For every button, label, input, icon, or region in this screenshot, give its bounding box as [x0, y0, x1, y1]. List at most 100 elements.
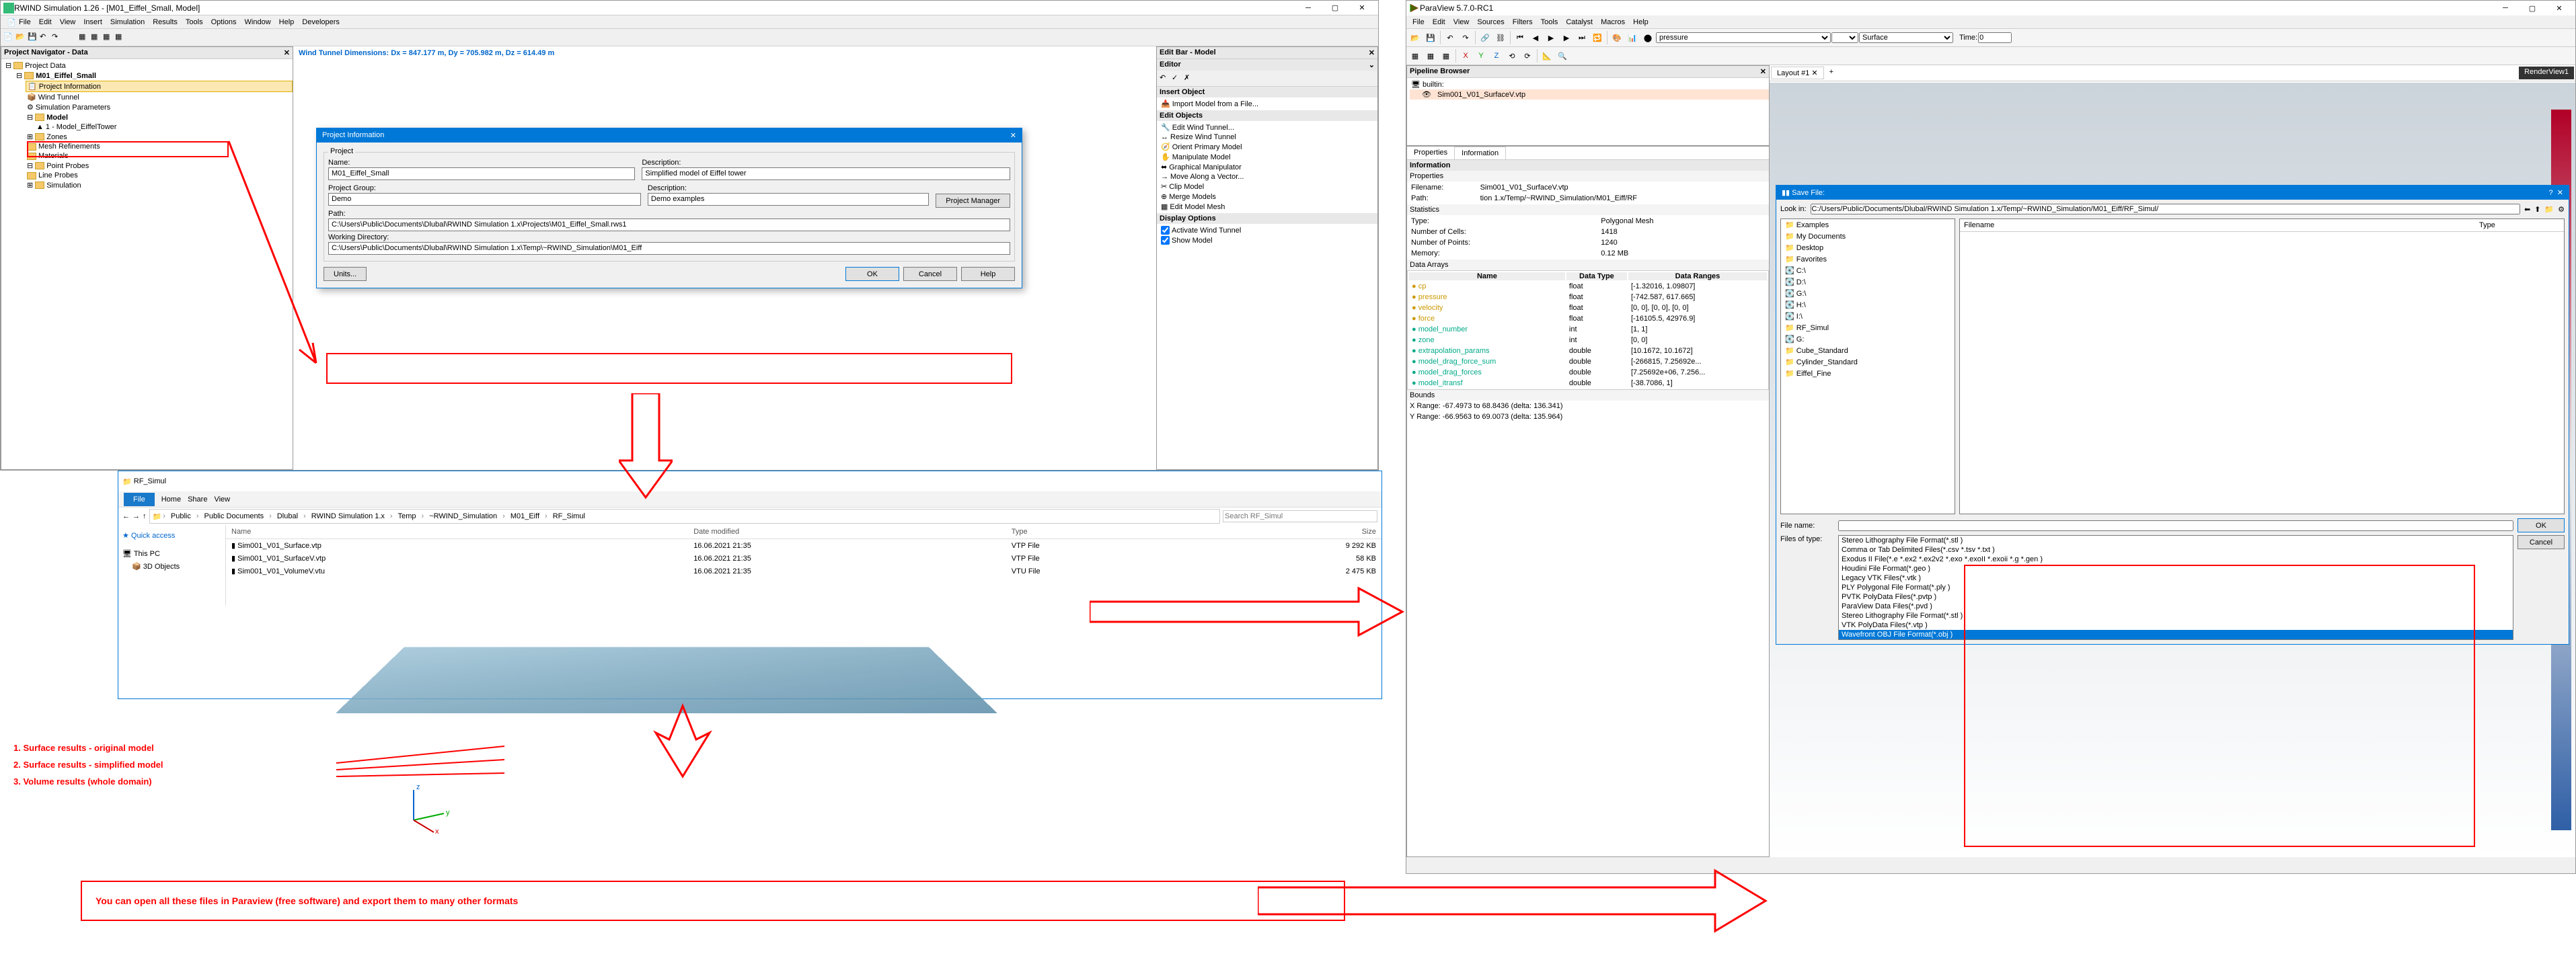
breadcrumb[interactable]: Temp [394, 511, 420, 522]
place-item[interactable]: 💽 C:\ [1781, 265, 1955, 276]
max-button[interactable]: ▢ [2519, 1, 2546, 15]
place-item[interactable]: 💽 G: [1781, 333, 1955, 345]
chevron-down-icon[interactable]: ⌄ [1369, 61, 1375, 69]
eye-icon[interactable]: 👁 [1422, 90, 1431, 99]
editor-tool-icon[interactable]: ✗ [1184, 73, 1195, 84]
col-date[interactable]: Date modified [688, 525, 1006, 539]
ok-button[interactable]: OK [845, 267, 899, 281]
rescale-icon[interactable]: 📊 [1625, 30, 1640, 45]
help-button[interactable]: Help [961, 267, 1015, 281]
col-name[interactable]: Name [226, 525, 688, 539]
place-item[interactable]: 📁 My Documents [1781, 231, 1955, 242]
add-layout-button[interactable]: + [1824, 67, 1839, 79]
fwd-icon[interactable]: → [132, 512, 140, 520]
units-button[interactable]: Units... [324, 267, 367, 281]
tool-icon[interactable]: 📐 [1540, 48, 1554, 63]
format-option[interactable]: VTK PolyData Files(*.vtp ) [1839, 620, 2513, 630]
editbar-close-icon[interactable]: ✕ [1369, 48, 1375, 57]
menu-simulation[interactable]: Simulation [107, 17, 148, 28]
undo-icon[interactable]: ↶ [40, 32, 50, 43]
cancel-button[interactable]: Cancel [2517, 535, 2565, 549]
insert-item[interactable]: 📥Import Model from a File... [1160, 99, 1377, 109]
breadcrumb[interactable]: Public [167, 511, 195, 522]
redo-icon[interactable]: ↷ [1458, 30, 1473, 45]
display-item[interactable]: Activate Wind Tunnel [1160, 225, 1377, 235]
menu-sources[interactable]: Sources [1474, 17, 1507, 28]
redo-icon[interactable]: ↷ [52, 32, 63, 43]
menu-file[interactable]: File [15, 17, 34, 28]
edit-item[interactable]: 🧭Orient Primary Model [1160, 142, 1377, 152]
format-option[interactable]: Comma or Tab Delimited Files(*.csv *.tsv… [1839, 545, 2513, 555]
edit-item[interactable]: ⬌Graphical Manipulator [1160, 162, 1377, 172]
place-item[interactable]: 📁 Desktop [1781, 242, 1955, 253]
undo-icon[interactable]: ↶ [1443, 30, 1457, 45]
sidebar-item-quickaccess[interactable]: ★ Quick access [122, 529, 221, 542]
view2-icon[interactable]: ▦ [91, 32, 102, 43]
sidebar-item-3dobjects[interactable]: 📦 3D Objects [122, 560, 221, 573]
place-item[interactable]: 💽 I:\ [1781, 311, 1955, 322]
tab-properties[interactable]: Properties [1407, 147, 1454, 159]
tree-item[interactable]: ⊟M01_Eiffel_Small [15, 71, 293, 81]
play-prev-icon[interactable]: ◀ [1528, 30, 1543, 45]
axis-z-icon[interactable]: Z [1489, 48, 1504, 63]
tool-icon[interactable]: ⟲ [1505, 48, 1519, 63]
place-item[interactable]: 📁 Cylinder_Standard [1781, 356, 1955, 368]
file-row[interactable]: ▮ Sim001_V01_SurfaceV.vtp16.06.2021 21:3… [226, 552, 1381, 565]
newfolder-icon[interactable]: 📁 [2544, 205, 2554, 214]
view4-icon[interactable]: ▦ [115, 32, 126, 43]
menu-options[interactable]: Options [208, 17, 240, 28]
menu-help[interactable]: Help [276, 17, 298, 28]
breadcrumb[interactable]: Dlubal [273, 511, 302, 522]
solid-icon[interactable]: ⬤ [1640, 30, 1655, 45]
min-button[interactable]: ─ [1295, 1, 1322, 15]
place-item[interactable]: 📁 Eiffel_Fine [1781, 368, 1955, 379]
menu-filters[interactable]: Filters [1509, 17, 1536, 28]
menu-macros[interactable]: Macros [1597, 17, 1628, 28]
tool-icon[interactable]: 🔍 [1555, 48, 1570, 63]
tree-item[interactable]: ⚙Simulation Parameters [26, 102, 293, 112]
open-icon[interactable]: 📂 [15, 32, 26, 43]
tree-item[interactable]: 📦Wind Tunnel [26, 92, 293, 102]
color-array-select[interactable]: pressure [1656, 32, 1831, 43]
min-button[interactable]: ─ [2492, 1, 2519, 15]
layout-tab[interactable]: Layout #1 ✕ [1771, 67, 1824, 79]
menu-insert[interactable]: Insert [80, 17, 106, 28]
open-icon[interactable]: 📂 [1408, 30, 1423, 45]
sidebar-item-thispc[interactable]: 🖥 This PC [122, 547, 221, 560]
navigator-close-icon[interactable]: ✕ [284, 48, 290, 57]
pipeline-item[interactable]: 🖥builtin: [1410, 79, 1769, 89]
edit-item[interactable]: ✋Manipulate Model [1160, 152, 1377, 162]
menu-catalyst[interactable]: Catalyst [1562, 17, 1596, 28]
axis-x-icon[interactable]: X [1458, 48, 1473, 63]
edit-item[interactable]: ▦Edit Model Mesh [1160, 202, 1377, 212]
edit-item[interactable]: ⊕Merge Models [1160, 192, 1377, 202]
col-type[interactable]: Type [2479, 221, 2560, 229]
tree-item[interactable]: ⊟Model [26, 112, 293, 122]
menu-window[interactable]: Window [241, 17, 274, 28]
axis-y-icon[interactable]: Y [1474, 48, 1488, 63]
editor-tool-icon[interactable]: ↶ [1160, 73, 1170, 84]
menu-view[interactable]: View [56, 17, 79, 28]
menu-file[interactable]: File [1409, 17, 1428, 28]
ribbon-view[interactable]: View [214, 495, 230, 504]
ok-button[interactable]: OK [2517, 518, 2565, 532]
editor-tool-icon[interactable]: ✓ [1172, 73, 1182, 84]
tree-item[interactable]: ▲1 - Model_EiffelTower [26, 122, 293, 132]
dialog-close-icon[interactable]: ✕ [1010, 131, 1016, 140]
edit-item[interactable]: 🔧Edit Wind Tunnel... [1160, 122, 1377, 132]
filename-input[interactable] [1838, 520, 2513, 531]
help-icon[interactable]: ? [2549, 189, 2553, 197]
ribbon-file[interactable]: File [124, 493, 155, 506]
place-item[interactable]: 📁 RF_Simul [1781, 322, 1955, 333]
format-option[interactable]: Exodus II File(*.e *.ex2 *.ex2v2 *.exo *… [1839, 555, 2513, 564]
col-size[interactable]: Size [1190, 525, 1381, 539]
close-button[interactable]: ✕ [2546, 1, 2573, 15]
breadcrumb[interactable]: M01_Eiff [506, 511, 543, 522]
tree-root[interactable]: ⊟Project Data [4, 61, 293, 71]
view3-icon[interactable]: ▦ [103, 32, 114, 43]
display-item[interactable]: Show Model [1160, 235, 1377, 245]
close-icon[interactable]: ✕ [2557, 189, 2563, 197]
new-icon[interactable]: 📄 [3, 32, 14, 43]
format-option[interactable]: Houdini File Format(*.geo ) [1839, 564, 2513, 573]
play-next-icon[interactable]: ▶ [1559, 30, 1574, 45]
